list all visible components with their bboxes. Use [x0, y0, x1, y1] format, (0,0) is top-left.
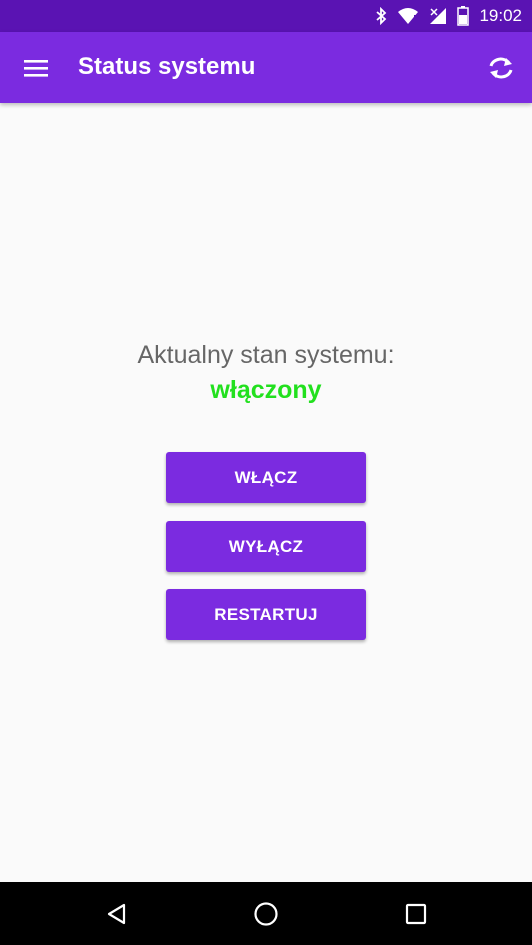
status-bar: 19:02: [0, 0, 532, 32]
system-state-label: Aktualny stan systemu:: [137, 341, 395, 369]
system-state-value: włączony: [210, 376, 322, 404]
home-icon[interactable]: [253, 901, 279, 927]
restart-button[interactable]: RESTARTUJ: [166, 589, 366, 640]
signal-icon: [429, 7, 447, 25]
bluetooth-icon: [375, 7, 387, 25]
app-bar: Status systemu: [0, 32, 532, 103]
page-title: Status systemu: [78, 53, 256, 80]
battery-icon: [457, 6, 470, 26]
turn-on-button[interactable]: WŁĄCZ: [166, 452, 366, 503]
main-content: Aktualny stan systemu: włączony WŁĄCZ WY…: [0, 103, 532, 882]
turn-off-button[interactable]: WYŁĄCZ: [166, 521, 366, 572]
recent-apps-icon[interactable]: [403, 901, 429, 927]
back-icon[interactable]: [104, 901, 130, 927]
refresh-icon[interactable]: [484, 52, 518, 84]
status-time: 19:02: [479, 6, 522, 25]
navigation-bar: [0, 882, 532, 945]
wifi-icon: [397, 7, 419, 25]
menu-icon[interactable]: [20, 54, 52, 82]
